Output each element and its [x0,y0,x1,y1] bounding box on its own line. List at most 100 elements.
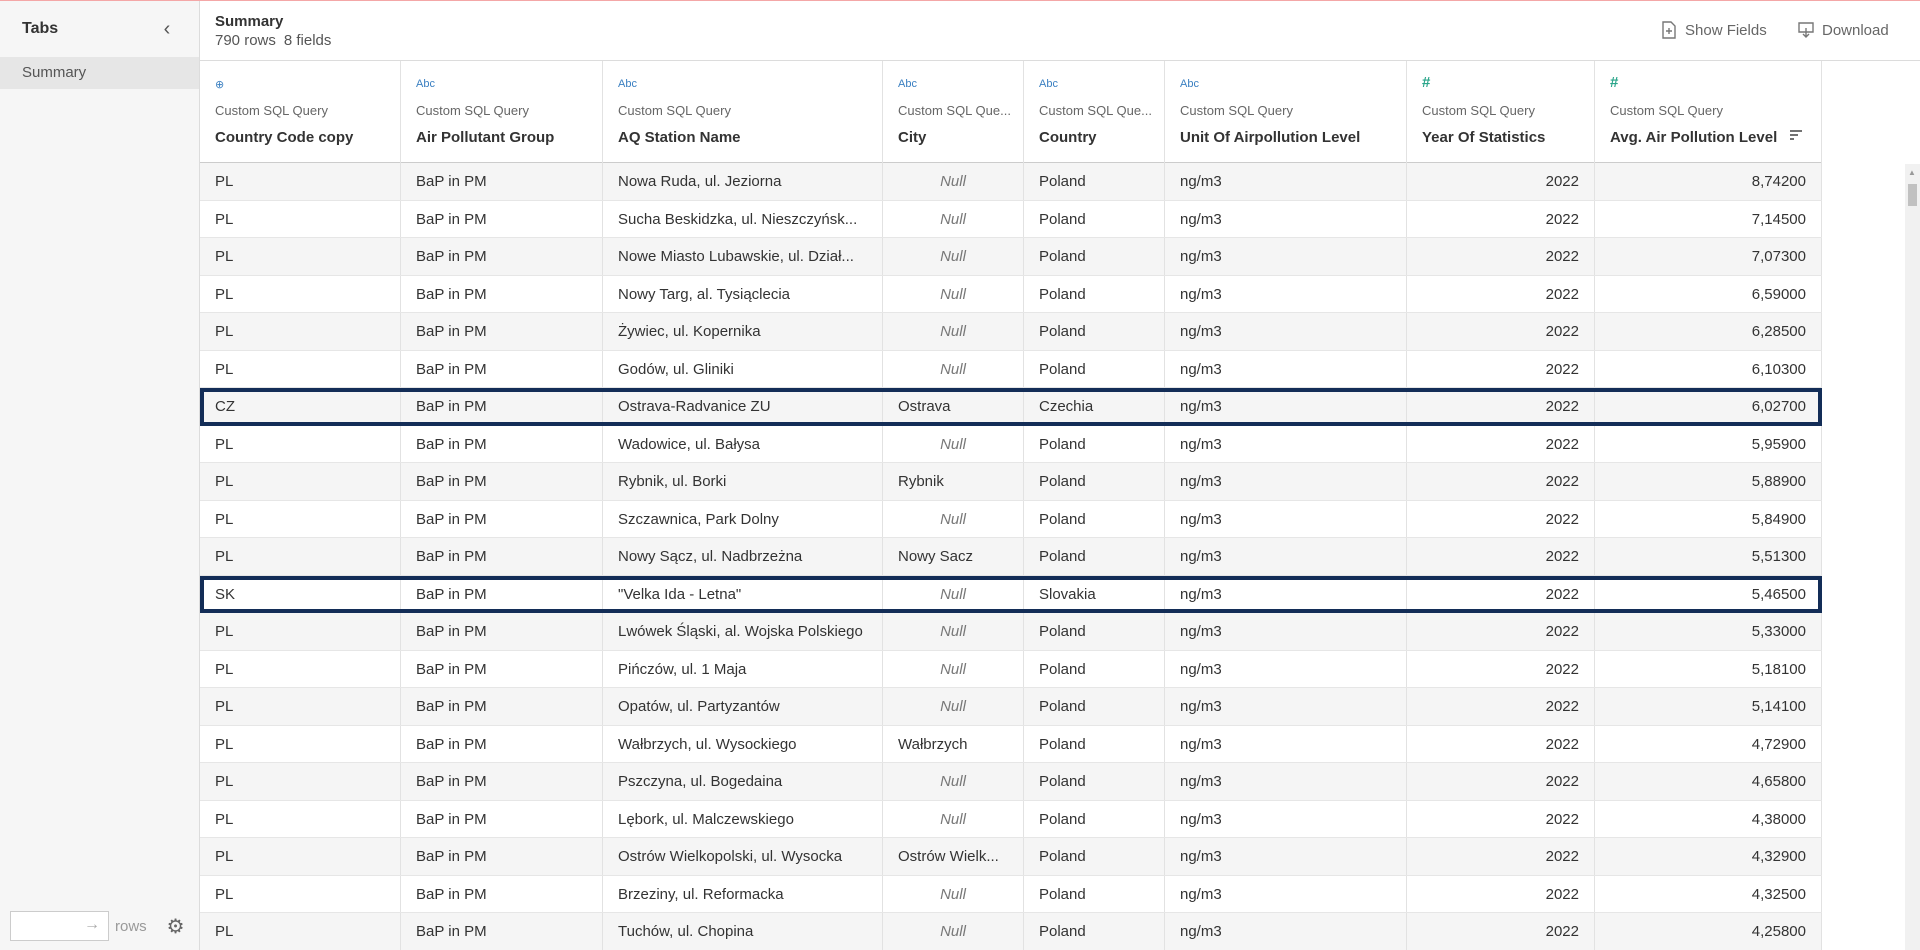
cell-station[interactable]: Sucha Beskidzka, ul. Nieszczyńsk... [603,200,883,237]
cell-unit[interactable]: ng/m3 [1165,200,1407,237]
cell-code[interactable]: PL [200,313,401,350]
arrow-right-icon[interactable]: → [84,916,100,934]
table-row[interactable]: PL BaP in PM Nowy Targ, al. Tysiąclecia Nul… [200,275,1822,313]
cell-country[interactable]: Poland [1024,913,1165,950]
cell-group[interactable]: BaP in PM [401,575,603,612]
cell-unit[interactable]: ng/m3 [1165,838,1407,875]
cell-value[interactable]: 4,32900 [1595,838,1822,875]
table-row[interactable]: PL BaP in PM Tuchów, ul. Chopina Null Poland… [200,913,1822,950]
table-row[interactable]: PL BaP in PM Nowa Ruda, ul. Jeziorna Null Po… [200,163,1822,201]
cell-city[interactable]: Nowy Sacz [883,538,1024,575]
table-row[interactable]: PL BaP in PM Brzeziny, ul. Reformacka Null P… [200,875,1822,913]
cell-value[interactable]: 5,88900 [1595,463,1822,500]
cell-group[interactable]: BaP in PM [401,725,603,762]
cell-value[interactable]: 6,28500 [1595,313,1822,350]
cell-group[interactable]: BaP in PM [401,463,603,500]
table-row[interactable]: PL BaP in PM Nowe Miasto Lubawskie, ul. Dz… [200,238,1822,276]
cell-year[interactable]: 2022 [1407,913,1595,950]
table-row[interactable]: PL BaP in PM Sucha Beskidzka, ul. Nieszczy… [200,200,1822,238]
cell-year[interactable]: 2022 [1407,425,1595,462]
cell-station[interactable]: Brzeziny, ul. Reformacka [603,875,883,912]
cell-city[interactable]: Null [883,613,1024,650]
cell-year[interactable]: 2022 [1407,575,1595,612]
column-header[interactable]: Abc Custom SQL Query Air Pollutant Group [401,61,603,163]
table-row[interactable]: PL BaP in PM Wałbrzych, ul. Wysockiego Wałb… [200,725,1822,763]
cell-country[interactable]: Czechia [1024,388,1165,425]
cell-value[interactable]: 5,51300 [1595,538,1822,575]
cell-year[interactable]: 2022 [1407,650,1595,687]
cell-group[interactable]: BaP in PM [401,613,603,650]
cell-station[interactable]: Nowe Miasto Lubawskie, ul. Dział... [603,238,883,275]
cell-value[interactable]: 6,10300 [1595,350,1822,387]
cell-group[interactable]: BaP in PM [401,313,603,350]
cell-value[interactable]: 8,74200 [1595,163,1822,200]
cell-country[interactable]: Poland [1024,425,1165,462]
cell-year[interactable]: 2022 [1407,613,1595,650]
cell-country[interactable]: Poland [1024,200,1165,237]
cell-city[interactable]: Rybnik [883,463,1024,500]
cell-station[interactable]: Wałbrzych, ul. Wysockiego [603,725,883,762]
column-header[interactable]: ⊕ Custom SQL Query Country Code copy [200,61,401,163]
scroll-up-icon[interactable]: ▲ [1908,168,1916,177]
cell-group[interactable]: BaP in PM [401,538,603,575]
cell-city[interactable]: Null [883,650,1024,687]
cell-unit[interactable]: ng/m3 [1165,350,1407,387]
cell-country[interactable]: Poland [1024,350,1165,387]
cell-value[interactable]: 5,14100 [1595,688,1822,725]
cell-code[interactable]: PL [200,838,401,875]
cell-year[interactable]: 2022 [1407,388,1595,425]
column-header[interactable]: Abc Custom SQL Query Unit Of Airpollution … [1165,61,1407,163]
table-row[interactable]: PL BaP in PM Żywiec, ul. Kopernika Null Pola… [200,313,1822,351]
cell-city[interactable]: Null [883,575,1024,612]
cell-city[interactable]: Null [883,350,1024,387]
cell-city[interactable]: Null [883,763,1024,800]
cell-station[interactable]: Nowa Ruda, ul. Jeziorna [603,163,883,200]
cell-country[interactable]: Poland [1024,613,1165,650]
cell-country[interactable]: Poland [1024,875,1165,912]
table-row[interactable]: PL BaP in PM Pińczów, ul. 1 Maja Null Poland… [200,650,1822,688]
column-header[interactable]: Abc Custom SQL Query AQ Station Name [603,61,883,163]
cell-year[interactable]: 2022 [1407,688,1595,725]
cell-unit[interactable]: ng/m3 [1165,875,1407,912]
cell-unit[interactable]: ng/m3 [1165,650,1407,687]
cell-group[interactable]: BaP in PM [401,838,603,875]
cell-code[interactable]: PL [200,538,401,575]
show-fields-button[interactable]: Show Fields [1660,21,1767,39]
table-row[interactable]: PL BaP in PM Pszczyna, ul. Bogedaina Null Po… [200,763,1822,801]
cell-station[interactable]: "Velka Ida - Letna" [603,575,883,612]
cell-country[interactable]: Poland [1024,688,1165,725]
cell-station[interactable]: Żywiec, ul. Kopernika [603,313,883,350]
table-row[interactable]: PL BaP in PM Ostrów Wielkopolski, ul. Wyso… [200,838,1822,876]
cell-city[interactable]: Ostrów Wielk... [883,838,1024,875]
cell-unit[interactable]: ng/m3 [1165,163,1407,200]
cell-unit[interactable]: ng/m3 [1165,613,1407,650]
cell-code[interactable]: PL [200,763,401,800]
table-row-highlighted[interactable]: SK BaP in PM "Velka Ida - Letna" Null Slovak… [200,575,1822,613]
cell-station[interactable]: Nowy Sącz, ul. Nadbrzeżna [603,538,883,575]
cell-group[interactable]: BaP in PM [401,913,603,950]
column-header[interactable]: Abc Custom SQL Que... Country [1024,61,1165,163]
cell-code[interactable]: PL [200,613,401,650]
cell-city[interactable]: Null [883,163,1024,200]
cell-code[interactable]: PL [200,463,401,500]
cell-group[interactable]: BaP in PM [401,688,603,725]
cell-group[interactable]: BaP in PM [401,650,603,687]
cell-country[interactable]: Poland [1024,463,1165,500]
cell-group[interactable]: BaP in PM [401,763,603,800]
cell-unit[interactable]: ng/m3 [1165,500,1407,537]
scrollbar-thumb[interactable] [1908,184,1917,206]
cell-year[interactable]: 2022 [1407,763,1595,800]
cell-unit[interactable]: ng/m3 [1165,575,1407,612]
cell-year[interactable]: 2022 [1407,313,1595,350]
rows-input[interactable]: → [10,911,109,941]
cell-station[interactable]: Lwówek Śląski, al. Wojska Polskiego [603,613,883,650]
cell-group[interactable]: BaP in PM [401,800,603,837]
cell-value[interactable]: 4,25800 [1595,913,1822,950]
cell-value[interactable]: 5,84900 [1595,500,1822,537]
cell-country[interactable]: Poland [1024,163,1165,200]
cell-city[interactable]: Null [883,913,1024,950]
cell-station[interactable]: Rybnik, ul. Borki [603,463,883,500]
cell-value[interactable]: 5,33000 [1595,613,1822,650]
cell-country[interactable]: Poland [1024,500,1165,537]
cell-group[interactable]: BaP in PM [401,500,603,537]
